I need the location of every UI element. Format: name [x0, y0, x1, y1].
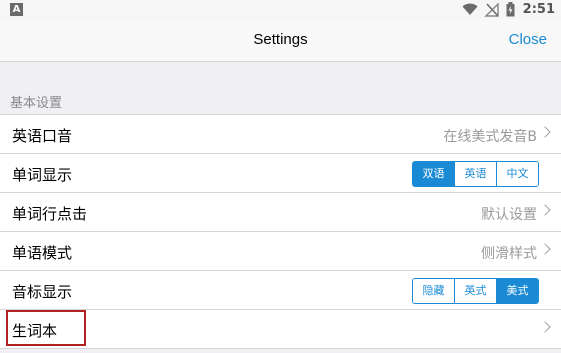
row-label: 单词行点击 — [12, 205, 88, 223]
row-single-language-mode[interactable]: 单语模式 侧滑样式 — [0, 232, 561, 271]
segment-bilingual[interactable]: 双语 — [413, 162, 454, 186]
row-value: 在线美式发音B — [443, 129, 537, 145]
row-value: 侧滑样式 — [481, 246, 537, 262]
battery-icon — [506, 2, 515, 17]
row-accent[interactable]: 英语口音 在线美式发音B — [0, 115, 561, 154]
chevron-right-icon — [539, 321, 551, 333]
segment-american[interactable]: 美式 — [496, 279, 538, 303]
segment-hide[interactable]: 隐藏 — [413, 279, 454, 303]
no-signal-icon — [483, 2, 499, 17]
page-title: Settings — [253, 31, 308, 48]
row-label: 单语模式 — [12, 244, 73, 262]
close-button[interactable]: Close — [509, 31, 547, 48]
section-header: 基本设置 — [10, 96, 63, 111]
wifi-icon — [462, 3, 478, 15]
row-value: 默认设置 — [481, 207, 537, 223]
status-icons: 2:51 — [462, 0, 555, 19]
chevron-right-icon — [539, 243, 551, 255]
row-word-click[interactable]: 单词行点击 默认设置 — [0, 193, 561, 232]
row-phonetic-display: 音标显示 隐藏 英式 美式 — [0, 271, 561, 310]
chevron-right-icon — [539, 126, 551, 138]
row-label: 英语口音 — [12, 127, 73, 145]
highlight-box — [6, 310, 86, 346]
status-bar: A 2:51 — [0, 0, 561, 19]
row-label: 音标显示 — [12, 283, 73, 301]
segment-english[interactable]: 英语 — [454, 162, 496, 186]
chevron-right-icon — [539, 204, 551, 216]
app-notification-icon: A — [10, 3, 23, 16]
segment-british[interactable]: 英式 — [454, 279, 496, 303]
status-time: 2:51 — [522, 2, 555, 17]
phonetic-segmented-control: 隐藏 英式 美式 — [412, 278, 539, 304]
row-word-display: 单词显示 双语 英语 中文 — [0, 154, 561, 193]
row-label: 单词显示 — [12, 166, 73, 184]
navigation-bar: Settings Close — [0, 19, 561, 62]
word-display-segmented-control: 双语 英语 中文 — [412, 161, 539, 187]
segment-chinese[interactable]: 中文 — [496, 162, 538, 186]
